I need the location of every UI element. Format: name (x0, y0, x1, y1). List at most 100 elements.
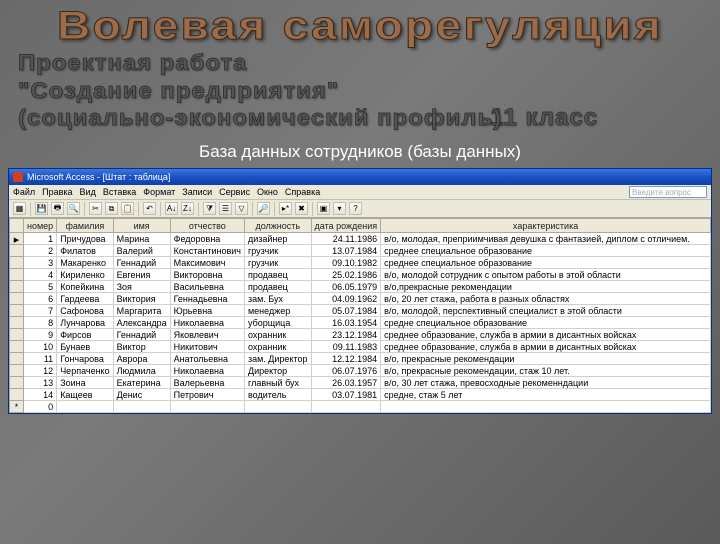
row-selector[interactable] (10, 329, 24, 341)
table-row[interactable]: 13ЗоинаЕкатеринаВалерьевнаглавный бух26.… (10, 377, 711, 389)
new-record-button[interactable]: ▸* (279, 202, 292, 215)
cell-birthdate[interactable]: 06.05.1979 (311, 281, 381, 293)
cell-position[interactable]: дизайнер (244, 233, 311, 245)
cell-number[interactable]: 7 (24, 305, 57, 317)
cell-position[interactable]: уборщица (244, 317, 311, 329)
cell-patronymic[interactable]: Васильевна (170, 281, 244, 293)
cell-lastname[interactable]: Гончарова (57, 353, 113, 365)
sort-desc-button[interactable]: Z↓ (181, 202, 194, 215)
table-row[interactable]: 4КириленкоЕвгенияВикторовнапродавец25.02… (10, 269, 711, 281)
cell-lastname[interactable]: Причудова (57, 233, 113, 245)
cell-position[interactable]: охранник (244, 341, 311, 353)
cell-lastname[interactable]: Кащеев (57, 389, 113, 401)
menu-insert[interactable]: Вставка (103, 187, 136, 197)
cell-lastname[interactable]: Макаренко (57, 257, 113, 269)
cell-number[interactable]: 10 (24, 341, 57, 353)
col-birthdate[interactable]: дата рождения (311, 219, 381, 233)
menu-format[interactable]: Формат (143, 187, 175, 197)
cell-birthdate[interactable]: 12.12.1984 (311, 353, 381, 365)
cell-patronymic[interactable]: Викторовна (170, 269, 244, 281)
cell-birthdate[interactable]: 23.12.1984 (311, 329, 381, 341)
row-selector[interactable] (10, 317, 24, 329)
cell-number[interactable]: 11 (24, 353, 57, 365)
cell-number[interactable]: 6 (24, 293, 57, 305)
cell-number[interactable]: 4 (24, 269, 57, 281)
cell-lastname[interactable]: Гардеева (57, 293, 113, 305)
cell-number[interactable]: 14 (24, 389, 57, 401)
cell-characteristic[interactable]: в/о, 20 лет стажа, работа в разных облас… (381, 293, 711, 305)
save-button[interactable]: 💾 (35, 202, 48, 215)
cell-lastname[interactable]: Филатов (57, 245, 113, 257)
table-row[interactable]: 5КопейкинаЗояВасильевнапродавец06.05.197… (10, 281, 711, 293)
cell-characteristic[interactable]: в/о,прекрасные рекомендации (381, 281, 711, 293)
cell-lastname[interactable]: Копейкина (57, 281, 113, 293)
table-row[interactable]: 6ГардееваВикторияГеннадьевназам. Бух04.0… (10, 293, 711, 305)
cell-firstname[interactable]: Зоя (113, 281, 170, 293)
filter-toggle-button[interactable]: ▽ (235, 202, 248, 215)
cell-patronymic[interactable]: Валерьевна (170, 377, 244, 389)
cell-lastname[interactable]: Кириленко (57, 269, 113, 281)
cell-patronymic[interactable]: Петрович (170, 389, 244, 401)
col-patronymic[interactable]: отчество (170, 219, 244, 233)
table-row[interactable]: 1ПричудоваМаринаФедоровнадизайнер24.11.1… (10, 233, 711, 245)
cell-number[interactable]: 3 (24, 257, 57, 269)
row-selector[interactable] (10, 341, 24, 353)
cell-birthdate[interactable]: 06.07.1976 (311, 365, 381, 377)
row-selector[interactable] (10, 353, 24, 365)
cell-firstname[interactable]: Виктор (113, 341, 170, 353)
table-row[interactable]: 12ЧерпаченкоЛюдмилаНиколаевнаДиректор06.… (10, 365, 711, 377)
cell-patronymic[interactable]: Николаевна (170, 365, 244, 377)
cell-birthdate[interactable]: 26.03.1957 (311, 377, 381, 389)
table-row[interactable]: 2ФилатовВалерийКонстантиновичгрузчик13.0… (10, 245, 711, 257)
cell-birthdate[interactable]: 04.09.1962 (311, 293, 381, 305)
cell-characteristic[interactable]: средне специальное образование (381, 317, 711, 329)
cell-position[interactable]: водитель (244, 389, 311, 401)
cell-firstname[interactable]: Екатерина (113, 377, 170, 389)
cell-characteristic[interactable]: в/о, молодой, перспективный специалист в… (381, 305, 711, 317)
table-row[interactable]: 11ГончароваАврораАнатольевназам. Директо… (10, 353, 711, 365)
cell-lastname[interactable]: Фирсов (57, 329, 113, 341)
cell-number[interactable]: 0 (24, 401, 57, 413)
cell-patronymic[interactable]: Геннадьевна (170, 293, 244, 305)
cell-lastname[interactable]: Сафонова (57, 305, 113, 317)
cell-birthdate[interactable]: 13.07.1984 (311, 245, 381, 257)
col-lastname[interactable]: фамилия (57, 219, 113, 233)
cell-number[interactable]: 2 (24, 245, 57, 257)
cell-number[interactable]: 8 (24, 317, 57, 329)
row-selector[interactable] (10, 401, 24, 413)
cell-patronymic[interactable]: Федоровна (170, 233, 244, 245)
cell-characteristic[interactable]: среднее образование, служба в армии в ди… (381, 329, 711, 341)
menu-records[interactable]: Записи (182, 187, 212, 197)
row-selector[interactable] (10, 377, 24, 389)
cell-patronymic[interactable]: Анатольевна (170, 353, 244, 365)
cell-position[interactable]: зам. Бух (244, 293, 311, 305)
cell-firstname[interactable]: Александра (113, 317, 170, 329)
col-position[interactable]: должность (244, 219, 311, 233)
menu-service[interactable]: Сервис (219, 187, 250, 197)
cell-patronymic[interactable]: Юрьевна (170, 305, 244, 317)
help-search-input[interactable]: Введите вопрос (629, 186, 707, 198)
table-row[interactable]: 3МакаренкоГеннадийМаксимовичгрузчик09.10… (10, 257, 711, 269)
cell-number[interactable]: 12 (24, 365, 57, 377)
cell-position[interactable]: охранник (244, 329, 311, 341)
cell-birthdate[interactable]: 03.07.1981 (311, 389, 381, 401)
cell-patronymic[interactable]: Никитович (170, 341, 244, 353)
cell-lastname[interactable]: Черпаченко (57, 365, 113, 377)
cell-lastname[interactable]: Зоина (57, 377, 113, 389)
db-window-button[interactable]: ▣ (317, 202, 330, 215)
cell-characteristic[interactable]: среднее образование, служба в армии в ди… (381, 341, 711, 353)
cut-button[interactable]: ✂ (89, 202, 102, 215)
cell-number[interactable]: 1 (24, 233, 57, 245)
cell-firstname[interactable]: Аврора (113, 353, 170, 365)
row-selector[interactable] (10, 257, 24, 269)
row-selector[interactable] (10, 389, 24, 401)
cell-patronymic[interactable]: Максимович (170, 257, 244, 269)
cell-position[interactable]: продавец (244, 269, 311, 281)
cell-characteristic[interactable]: в/о, молодая, преприимчивая девушка с фа… (381, 233, 711, 245)
row-selector[interactable] (10, 365, 24, 377)
cell-firstname[interactable]: Геннадий (113, 329, 170, 341)
cell-position[interactable]: грузчик (244, 257, 311, 269)
table-row[interactable]: 14КащеевДенисПетровичводитель03.07.1981с… (10, 389, 711, 401)
col-characteristic[interactable]: характеристика (381, 219, 711, 233)
cell-characteristic[interactable]: в/о, молодой сотрудник с опытом работы в… (381, 269, 711, 281)
